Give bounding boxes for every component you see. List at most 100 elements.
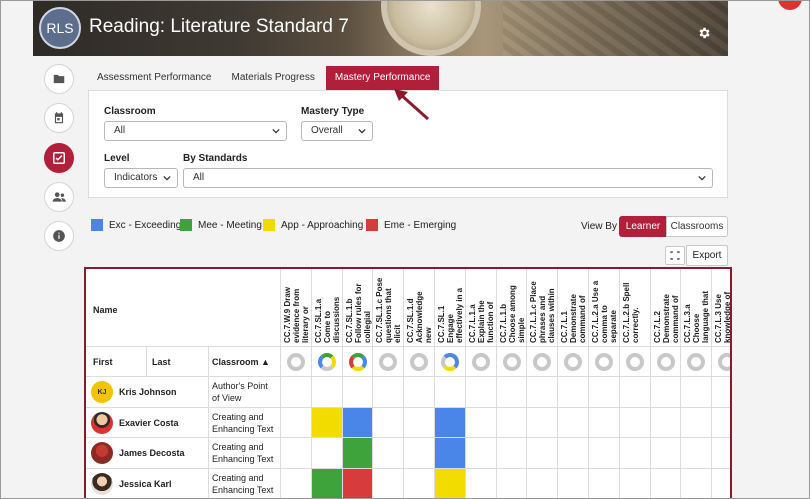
view-learner-button[interactable]: Learner (619, 216, 667, 237)
export-button[interactable]: Export (686, 245, 728, 266)
standard-header-15[interactable]: CC.7.L.3 Use knowledge of (714, 271, 730, 343)
tab-assessment-performance[interactable]: Assessment Performance (88, 66, 221, 90)
sidebar-info-button[interactable] (44, 221, 74, 251)
standard-header-2[interactable]: CC.7.SL.1.a Come to discussions (314, 271, 341, 343)
mastery-cell[interactable] (465, 377, 497, 408)
student-name[interactable]: Jessica Karl (119, 479, 172, 489)
mastery-cell[interactable] (281, 438, 312, 469)
mastery-cell[interactable] (496, 438, 528, 469)
mastery-cell[interactable] (496, 377, 528, 408)
mastery-cell[interactable] (619, 377, 651, 408)
mastery-cell[interactable] (373, 468, 405, 499)
mastery-cell[interactable] (619, 438, 651, 469)
sidebar-users-button[interactable] (44, 182, 74, 212)
expand-button[interactable] (665, 246, 685, 265)
mastery-cell[interactable] (496, 468, 528, 499)
mastery-cell[interactable] (650, 407, 682, 438)
mastery-cell[interactable] (589, 377, 620, 408)
notification-badge[interactable] (778, 0, 802, 10)
standard-header-7[interactable]: CC.7.L.1.a Explain the function of (468, 271, 495, 343)
mastery-cell[interactable] (681, 377, 713, 408)
mastery-cell[interactable] (650, 468, 682, 499)
gear-icon[interactable] (697, 26, 711, 40)
mastery-cell[interactable] (712, 438, 730, 469)
mastery-cell[interactable] (558, 438, 589, 469)
student-name[interactable]: James Decosta (119, 448, 185, 458)
mastery-cell[interactable] (281, 407, 312, 438)
student-name[interactable]: Exavier Costa (119, 418, 179, 428)
standard-header-11[interactable]: CC.7.L.2.a Use a comma to separate (591, 271, 618, 343)
student-name[interactable]: Kris Johnson (119, 387, 177, 397)
mastery-cell[interactable] (589, 438, 620, 469)
mastery-cell[interactable] (404, 468, 435, 499)
mastery-cell[interactable] (681, 438, 713, 469)
mastery-cell[interactable] (527, 438, 559, 469)
mastery-cell[interactable] (681, 407, 713, 438)
standard-header-10[interactable]: CC.7.L.1 Demonstrate command of (560, 271, 587, 343)
standard-header-4[interactable]: CC.7.SL.1.c Pose questions that elicit (375, 271, 402, 343)
mastery-cell[interactable] (465, 468, 497, 499)
sidebar-folder-button[interactable] (44, 64, 74, 94)
standard-header-13[interactable]: CC.7.L.2 Demonstrate command of (653, 271, 680, 343)
tab-materials-progress[interactable]: Materials Progress (223, 66, 324, 90)
standard-header-9[interactable]: CC.7.L.1.c Place phrases and clauses wit… (529, 271, 556, 343)
mastery-cell[interactable] (619, 407, 651, 438)
standard-header-5[interactable]: CC.7.SL.1.d Acknowledge new (406, 271, 433, 343)
mastery-cell[interactable] (435, 407, 466, 438)
classroom-select[interactable]: All (104, 121, 287, 141)
standard-header-12[interactable]: CC.7.L.2.b Spell correctly. (622, 271, 649, 343)
mastery-cell[interactable] (281, 468, 312, 499)
standards-select[interactable]: All (183, 168, 713, 188)
standard-header-3[interactable]: CC.7.SL.1.b Follow rules for collegial (345, 271, 372, 343)
mastery-cell[interactable] (712, 408, 730, 438)
mastery-cell[interactable] (589, 407, 620, 438)
mastery-cell[interactable] (281, 377, 312, 408)
mastery-cell[interactable] (342, 468, 374, 499)
mastery-cell[interactable] (496, 407, 528, 438)
standard-header-14[interactable]: CC.7.L.3.a Choose language that (683, 271, 710, 343)
mastery-cell[interactable] (342, 438, 374, 469)
mastery-cell[interactable] (527, 468, 559, 499)
mastery-cell[interactable] (311, 407, 343, 438)
mastery-cell[interactable] (404, 438, 435, 469)
classroom-header[interactable]: Classroom ▲ (212, 357, 270, 367)
mastery-cell[interactable] (589, 468, 620, 499)
standard-header-1[interactable]: CC.7.W.9 Draw evidence from literary or (283, 271, 310, 343)
mastery-cell[interactable] (650, 377, 682, 408)
mastery-cell[interactable] (527, 407, 559, 438)
standard-header-6[interactable]: CC.7.SL.1 Engage effectively in a (437, 271, 464, 343)
mastery-cell[interactable] (373, 438, 405, 469)
mastery-cell[interactable] (465, 407, 497, 438)
mastery-cell[interactable] (558, 407, 589, 438)
mastery-cell[interactable] (619, 468, 651, 499)
mastery-cell[interactable] (404, 377, 435, 408)
mastery-cell[interactable] (527, 377, 559, 408)
level-select[interactable]: Indicators (104, 168, 178, 188)
mastery-cell[interactable] (712, 469, 730, 499)
mastery-cell[interactable] (311, 468, 343, 499)
mastery-cell[interactable] (465, 438, 497, 469)
mastery-type-select[interactable]: Overall (301, 121, 373, 141)
view-classrooms-button[interactable]: Classrooms (666, 216, 728, 237)
standard-header-8[interactable]: CC.7.L.1.b Choose among simple (499, 271, 526, 343)
mastery-cell[interactable] (435, 468, 466, 499)
mastery-cell[interactable] (650, 438, 682, 469)
mastery-cell[interactable] (435, 438, 466, 469)
mastery-cell[interactable] (712, 377, 730, 408)
mastery-summary-ring (471, 353, 490, 371)
mastery-cell[interactable] (342, 407, 374, 438)
mastery-cell[interactable] (558, 377, 589, 408)
sidebar-calendar-button[interactable] (44, 103, 74, 133)
mastery-cell[interactable] (681, 468, 713, 499)
mastery-cell[interactable] (435, 377, 466, 408)
sidebar-mastery-button[interactable] (44, 143, 74, 173)
mastery-cell[interactable] (311, 438, 343, 469)
mastery-cell[interactable] (311, 377, 343, 408)
mastery-cell[interactable] (404, 407, 435, 438)
first-header[interactable]: First (93, 357, 113, 367)
mastery-cell[interactable] (373, 377, 405, 408)
last-header[interactable]: Last (152, 357, 171, 367)
mastery-cell[interactable] (342, 377, 374, 408)
mastery-cell[interactable] (558, 468, 589, 499)
mastery-cell[interactable] (373, 407, 405, 438)
